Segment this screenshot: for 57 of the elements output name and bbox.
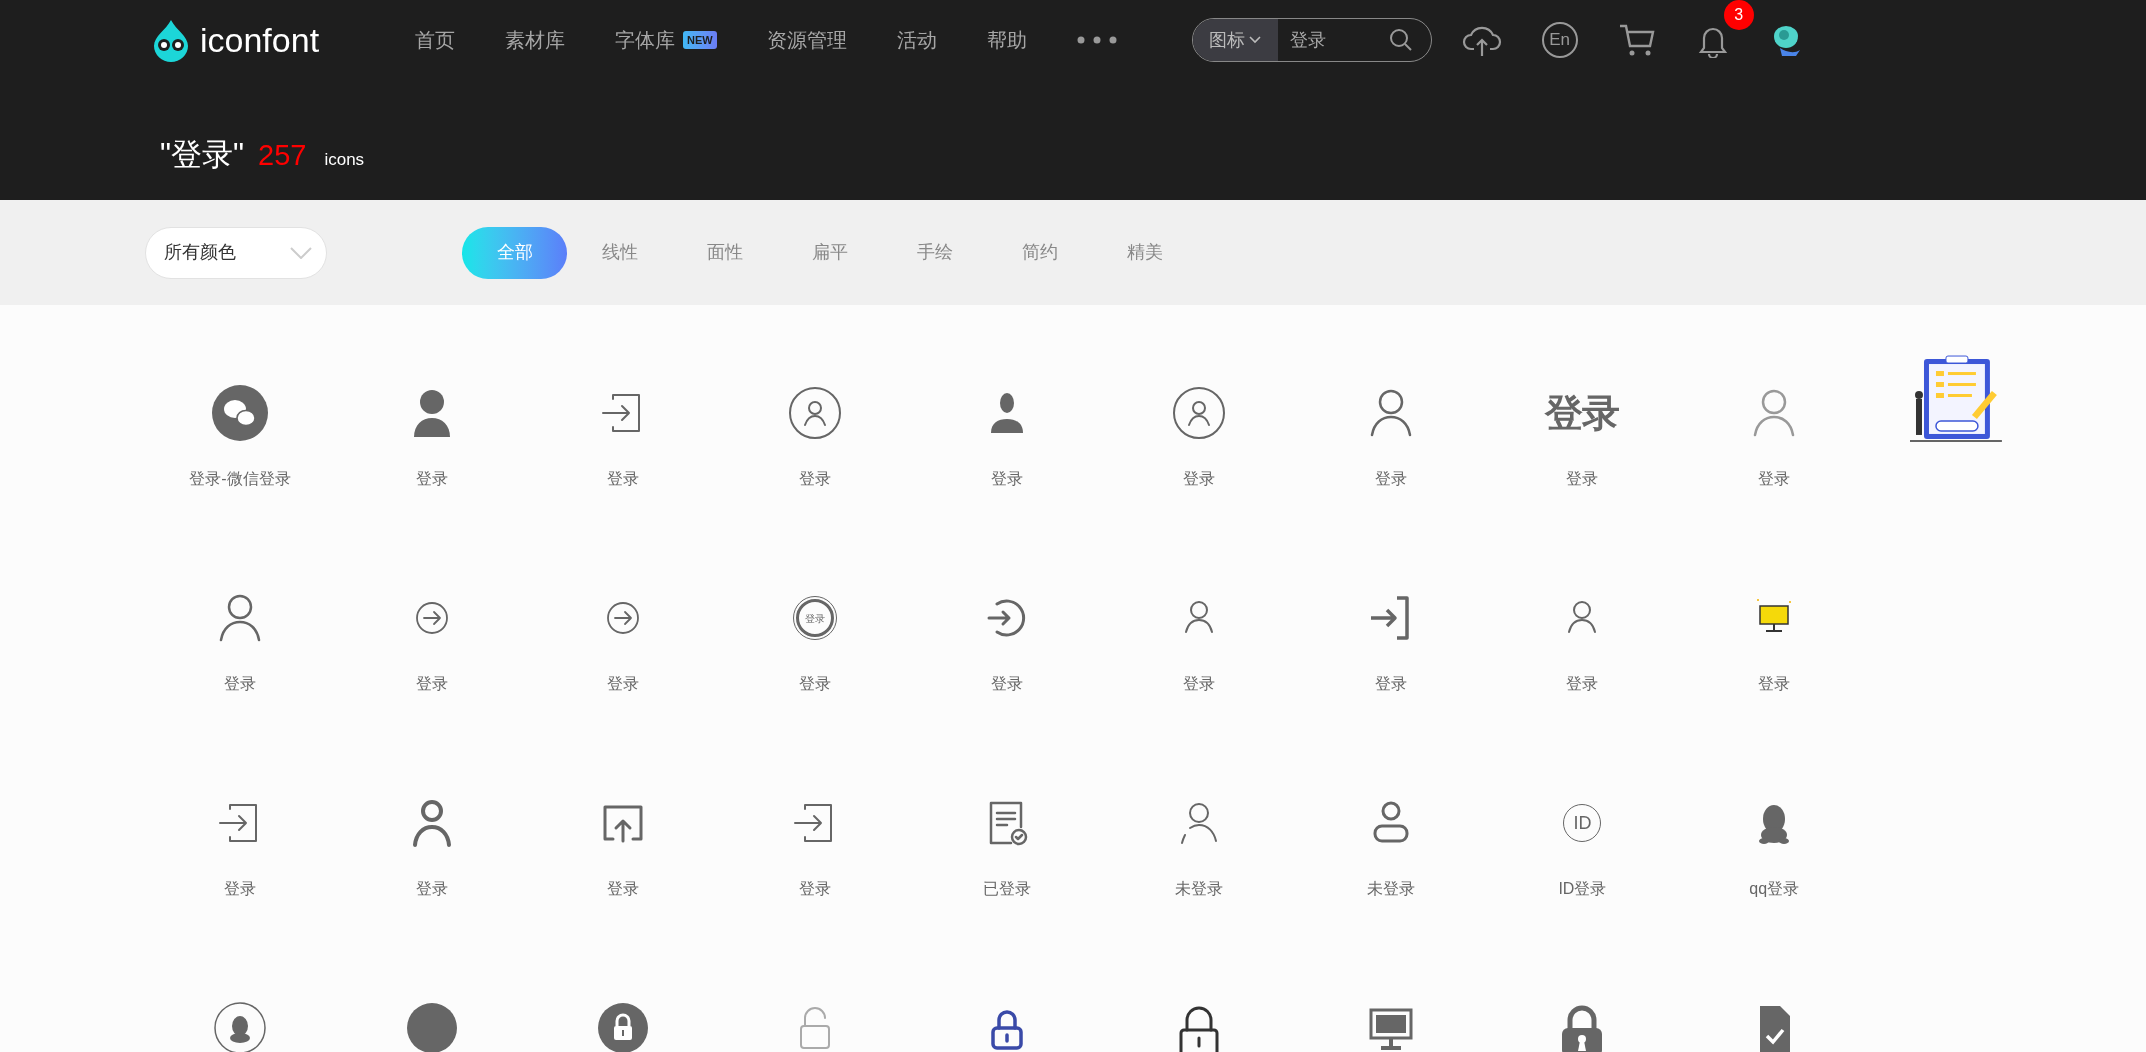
nav-link[interactable]: 帮助 [986,25,1027,55]
nav-link[interactable]: 活动 [896,25,937,55]
style-tab[interactable]: 面性 [672,226,777,279]
search-icon[interactable] [1387,27,1414,53]
result-unit: icons [324,149,365,171]
icon-label[interactable]: 登录 [1374,672,1407,696]
icon-label[interactable]: 已登录 [983,877,1032,901]
seal-icon: 登录 [796,599,835,637]
icon-label[interactable]: 未登录 [1366,877,1415,901]
icon-label[interactable]: qq登录 [1749,877,1800,901]
icon-label[interactable]: 登录 [415,672,448,696]
style-tab[interactable]: 手绘 [882,226,987,279]
icon-label[interactable]: 登录 [223,672,256,696]
icon-label[interactable]: 未登录 [1174,877,1223,901]
style-tab[interactable]: 精美 [1092,226,1197,279]
color-select[interactable]: 所有颜色 [145,226,327,279]
icon-label[interactable]: 登录 [415,467,448,491]
icon-label[interactable]: 登录 [799,672,832,696]
style-tab[interactable]: 扁平 [777,226,882,279]
search-input[interactable]: 登录 [1277,26,1388,54]
chevron-down-icon [290,246,312,259]
result-count: 257 [258,138,307,173]
nav-link[interactable]: 资源管理 [766,25,847,55]
icon-label[interactable]: 登录 [607,672,640,696]
style-tab[interactable]: 线性 [567,226,672,279]
search-scope-select[interactable]: 图标 [1192,19,1278,61]
icon-label[interactable]: 登录 [1182,467,1215,491]
icon-label[interactable]: 登录 [1182,672,1215,696]
more-icon[interactable] [1076,36,1117,44]
notification-badge: 3 [1723,0,1754,30]
style-tab[interactable]: 简约 [987,226,1092,279]
icon-label[interactable]: 登录 [607,877,640,901]
icon-label[interactable]: 登录 [991,467,1024,491]
language-button[interactable]: En [1541,22,1578,58]
nav-link[interactable]: 首页 [415,25,455,55]
icon-label[interactable]: 登录 [991,672,1024,696]
logo-text[interactable]: iconfont [200,23,320,57]
icon-label[interactable]: 登录 [799,467,832,491]
cart-icon[interactable] [1617,22,1656,58]
glyph-icon: 登录 [1545,394,1620,432]
icon-label[interactable]: ID登录 [1558,877,1607,901]
icon-label[interactable]: 登录-微信登录 [189,467,291,491]
icon-label[interactable]: 登录 [1758,672,1791,696]
icon-label[interactable]: 登录 [1566,467,1599,491]
icon-label[interactable]: 登录 [607,467,640,491]
icon-label[interactable]: 登录 [415,877,448,901]
icon-label[interactable]: 登录 [1566,672,1599,696]
nav-link[interactable]: 字体库 NEW [615,25,717,55]
search-query-title: "登录" [160,136,244,174]
icon-label[interactable]: 登录 [223,877,256,901]
nav-link[interactable]: 素材库 [505,25,565,55]
icon-label[interactable]: 登录 [1374,467,1407,491]
caret-icon [1249,36,1262,44]
icon-label[interactable]: 登录 [1758,467,1791,491]
icon-label[interactable]: 登录 [799,877,832,901]
new-badge: NEW [683,31,717,49]
promo-illustration-drawing[interactable] [1910,355,2002,443]
